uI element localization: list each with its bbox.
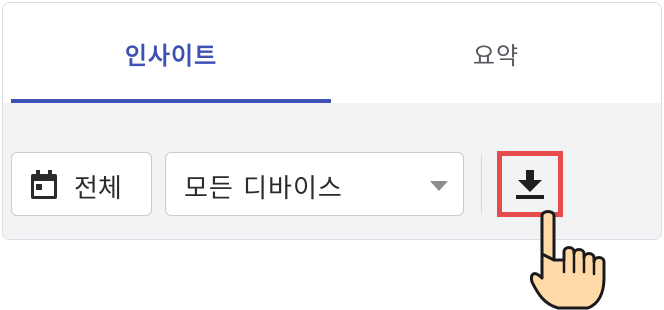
tab-insight[interactable]: 인사이트 — [11, 3, 331, 103]
active-tab-indicator — [11, 99, 331, 103]
triangle-down-icon — [430, 181, 448, 191]
tab-summary[interactable]: 요약 — [331, 3, 661, 103]
download-icon — [516, 170, 544, 199]
tab-bar: 인사이트 요약 — [3, 3, 661, 103]
toolbar-divider — [481, 155, 482, 213]
calendar-icon — [31, 170, 57, 199]
pointing-hand-icon — [530, 210, 606, 310]
device-select-value: 모든 디바이스 — [184, 174, 343, 204]
insight-panel: 인사이트 요약 전체 모든 디바이스 — [2, 2, 662, 240]
date-range-label: 전체 — [74, 174, 122, 204]
date-range-button[interactable]: 전체 — [11, 152, 152, 216]
device-select[interactable]: 모든 디바이스 — [165, 152, 464, 216]
